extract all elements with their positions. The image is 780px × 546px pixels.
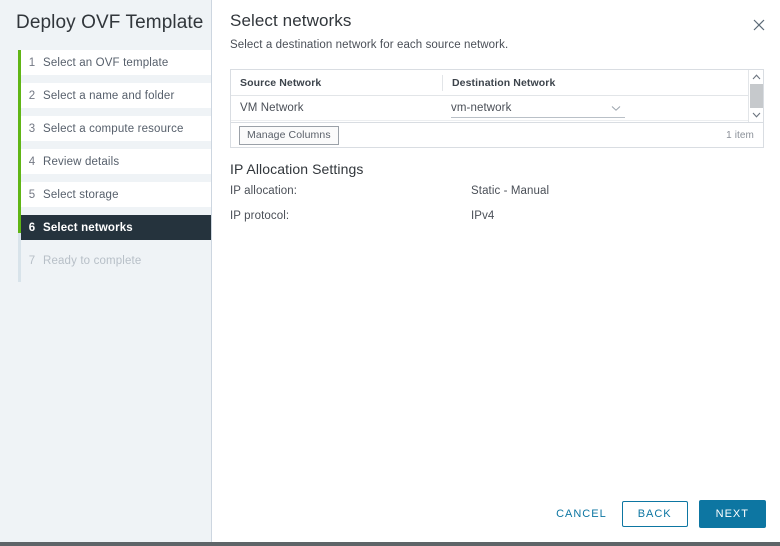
destination-network-select[interactable]: vm-network [451,99,625,118]
ip-allocation-section-title: IP Allocation Settings [230,161,364,177]
wizard-step-list: 1 Select an OVF template 2 Select a name… [18,50,211,282]
wizard-button-bar: CANCEL BACK NEXT [552,500,766,528]
cell-source-network: VM Network [240,102,304,114]
item-count-label: 1 item [726,129,754,141]
table-header-row: Source Network Destination Network [231,70,763,96]
sidebar-step-3[interactable]: 3 Select a compute resource [21,116,211,141]
step-label: Select storage [43,188,119,201]
deploy-ovf-template-wizard: Deploy OVF Template 1 Select an OVF temp… [0,0,780,546]
step-number: 7 [28,254,36,267]
table-vertical-scrollbar[interactable] [748,70,763,122]
step-label: Review details [43,155,120,168]
table-scroll-area: Source Network Destination Network VM Ne… [231,70,763,122]
step-number: 1 [28,56,36,69]
ip-protocol-label: IP protocol: [230,210,290,222]
step-label: Ready to complete [43,254,142,267]
column-header-destination-network[interactable]: Destination Network [442,74,740,91]
ip-allocation-label: IP allocation: [230,185,298,197]
step-label: Select networks [43,221,133,234]
step-label: Select an OVF template [43,56,169,69]
cancel-button[interactable]: CANCEL [552,502,611,526]
ip-allocation-value: Static - Manual [471,185,550,197]
table-footer: Manage Columns 1 item [231,122,763,147]
ip-protocol-value: IPv4 [471,210,495,222]
back-button[interactable]: BACK [621,501,688,527]
column-header-source-network[interactable]: Source Network [231,77,442,89]
next-button[interactable]: NEXT [698,500,766,528]
scrollbar-thumb[interactable] [750,84,763,108]
page-subtitle: Select a destination network for each so… [230,39,509,51]
manage-columns-button[interactable]: Manage Columns [239,125,339,145]
sidebar-step-2[interactable]: 2 Select a name and folder [21,83,211,108]
network-mapping-table: Source Network Destination Network VM Ne… [230,69,764,148]
sidebar-step-4[interactable]: 4 Review details [21,149,211,174]
scroll-down-icon[interactable] [749,108,763,122]
destination-network-selected-value: vm-network [451,101,512,114]
step-number: 3 [28,122,36,135]
window-bottom-strip [0,542,780,546]
step-number: 4 [28,155,36,168]
step-number: 6 [28,221,36,234]
chevron-down-icon [611,103,621,115]
page-title: Select networks [230,11,352,30]
close-icon[interactable] [748,14,770,36]
step-number: 5 [28,188,36,201]
step-number: 2 [28,89,36,102]
scroll-up-icon[interactable] [749,70,763,84]
wizard-title: Deploy OVF Template [16,12,204,33]
wizard-main-panel: Select networks Select a destination net… [213,0,780,542]
step-label: Select a name and folder [43,89,175,102]
sidebar-step-7: 7 Ready to complete [21,248,211,273]
sidebar-step-6[interactable]: 6 Select networks [21,215,211,240]
table-row: VM Network vm-network [231,96,763,121]
cell-destination-network: vm-network [442,99,740,118]
wizard-sidebar: Deploy OVF Template 1 Select an OVF temp… [0,0,212,542]
step-label: Select a compute resource [43,122,184,135]
sidebar-step-5[interactable]: 5 Select storage [21,182,211,207]
sidebar-step-1[interactable]: 1 Select an OVF template [21,50,211,75]
